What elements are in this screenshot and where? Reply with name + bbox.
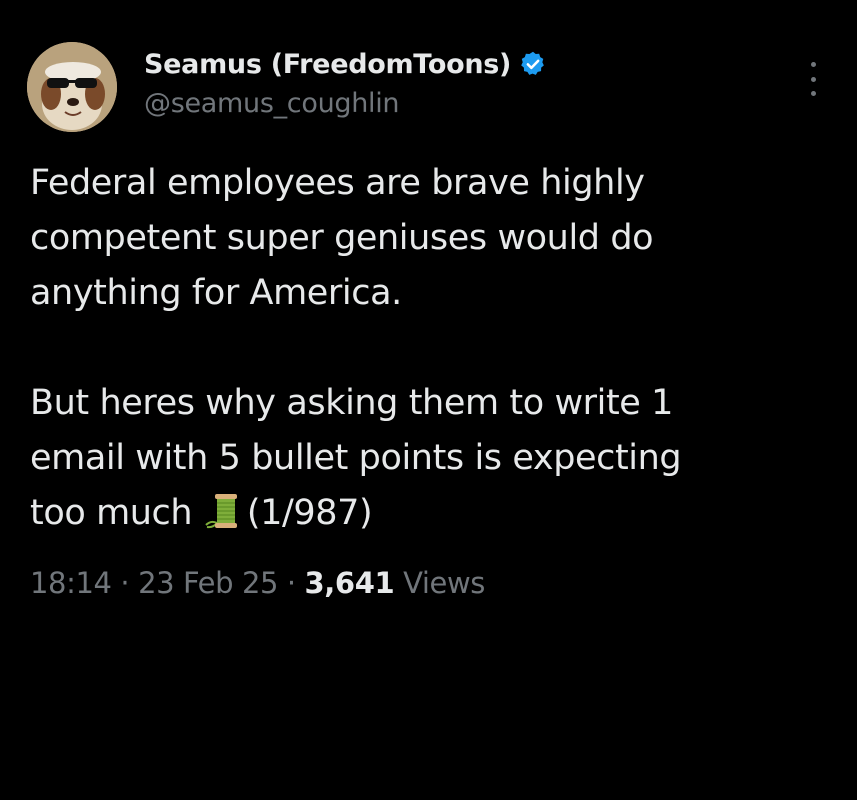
tweet-line: anything for America.	[30, 273, 402, 313]
tweet-paragraph-2: But heres why asking them to write 1 ema…	[30, 376, 830, 541]
author-display-name[interactable]: Seamus (FreedomToons)	[144, 49, 511, 80]
verified-badge-icon	[519, 50, 547, 78]
meta-separator: ·	[120, 566, 130, 600]
meta-separator: ·	[286, 566, 296, 600]
tweet-date[interactable]: 23 Feb 25	[138, 566, 278, 600]
tweet-line: email with 5 bullet points is expecting	[30, 438, 682, 478]
tweet-time[interactable]: 18:14	[30, 566, 112, 600]
tweet-line-text: too much	[30, 493, 193, 533]
author-name-row[interactable]: Seamus (FreedomToons)	[144, 46, 547, 82]
tweet-line: Federal employees are brave highly	[30, 163, 645, 203]
tweet-text: Federal employees are brave highly compe…	[30, 156, 830, 541]
avatar-dog-image	[27, 42, 117, 132]
tweet-meta: 18:14 · 23 Feb 25 · 3,641 Views	[30, 566, 485, 600]
tweet-line-last: too much (1/987)	[30, 486, 830, 541]
tweet-line: But heres why asking them to write 1	[30, 383, 674, 423]
more-dot	[810, 91, 816, 96]
views-label[interactable]: Views	[403, 566, 485, 600]
tweet-paragraph-1: Federal employees are brave highly compe…	[30, 156, 830, 321]
tweet-line: competent super geniuses would do	[30, 218, 654, 258]
views-count[interactable]: 3,641	[305, 566, 395, 600]
author-handle[interactable]: @seamus_coughlin	[144, 88, 400, 119]
thread-counter: (1/987)	[246, 493, 373, 533]
tweet: Seamus (FreedomToons) @seamus_coughlin F…	[0, 0, 857, 800]
more-vertical-icon[interactable]	[802, 62, 824, 96]
more-dot	[810, 62, 816, 67]
more-dot	[810, 76, 816, 82]
spool-of-thread-icon	[203, 492, 247, 530]
avatar[interactable]	[27, 42, 117, 132]
